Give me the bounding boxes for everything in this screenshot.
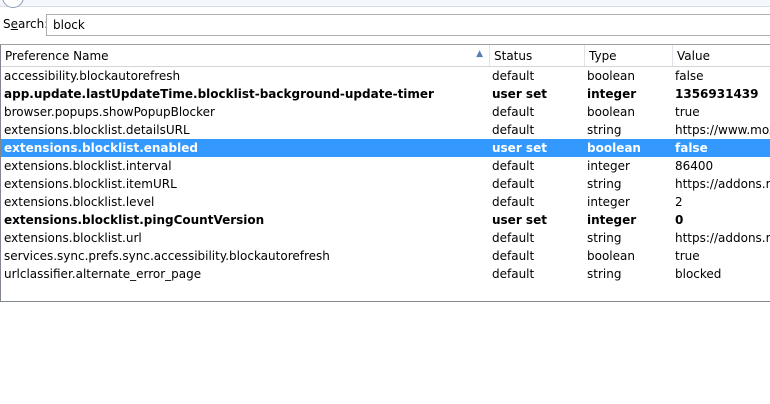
value-cell: https://www.mozi: [675, 123, 770, 137]
type-cell: integer: [587, 195, 630, 209]
value-cell: 1356931439: [675, 87, 759, 101]
type-cell: string: [587, 231, 622, 245]
status-cell: default: [492, 123, 535, 137]
status-cell: default: [492, 159, 535, 173]
type-cell: integer: [587, 87, 637, 101]
preference-name-cell: extensions.blocklist.detailsURL: [4, 123, 190, 137]
preference-name-cell: extensions.blocklist.itemURL: [4, 177, 177, 191]
table-row[interactable]: extensions.blocklist.enabled user set bo…: [1, 139, 770, 157]
preference-name-cell: extensions.blocklist.pingCountVersion: [4, 213, 265, 227]
preferences-tree[interactable]: Preference Name ▲ Status Type Value acce…: [0, 44, 770, 302]
column-header-status-label: Status: [494, 49, 533, 63]
sort-ascending-icon: ▲: [476, 49, 483, 59]
table-row[interactable]: extensions.blocklist.level default integ…: [1, 193, 770, 211]
preference-name-cell: app.update.lastUpdateTime.blocklist-back…: [4, 87, 434, 101]
table-row[interactable]: services.sync.prefs.sync.accessibility.b…: [1, 247, 770, 265]
value-cell: false: [675, 69, 704, 83]
preference-name-cell: accessibility.blockautorefresh: [4, 69, 181, 83]
value-cell: https://addons.m: [675, 177, 770, 191]
type-cell: integer: [587, 159, 630, 173]
status-cell: default: [492, 267, 535, 281]
value-cell: 2: [675, 195, 683, 209]
type-cell: integer: [587, 213, 637, 227]
value-cell: https://addons.m: [675, 231, 770, 245]
value-cell: true: [675, 249, 700, 263]
status-cell: user set: [492, 141, 547, 155]
value-cell: true: [675, 105, 700, 119]
status-cell: user set: [492, 213, 547, 227]
status-cell: default: [492, 69, 535, 83]
type-cell: boolean: [587, 141, 641, 155]
column-header-row: Preference Name ▲ Status Type Value: [1, 45, 770, 67]
search-label: Search:: [3, 17, 48, 31]
table-row[interactable]: extensions.blocklist.detailsURL default …: [1, 121, 770, 139]
preference-name-cell: urlclassifier.alternate_error_page: [4, 267, 202, 281]
search-bar: Search:: [0, 7, 770, 43]
preference-name-cell: extensions.blocklist.url: [4, 231, 142, 245]
value-cell: 86400: [675, 159, 714, 173]
type-cell: string: [587, 177, 622, 191]
table-row[interactable]: extensions.blocklist.pingCountVersion us…: [1, 211, 770, 229]
status-cell: default: [492, 195, 535, 209]
column-header-preference-name[interactable]: Preference Name ▲: [1, 45, 490, 66]
search-label-suffix: arch:: [18, 17, 49, 31]
table-row[interactable]: browser.popups.showPopupBlocker default …: [1, 103, 770, 121]
column-header-value-label: Value: [677, 49, 710, 63]
preference-name-cell: browser.popups.showPopupBlocker: [4, 105, 215, 119]
status-cell: default: [492, 249, 535, 263]
table-row[interactable]: extensions.blocklist.interval default in…: [1, 157, 770, 175]
status-cell: user set: [492, 87, 547, 101]
table-row[interactable]: extensions.blocklist.url default string …: [1, 229, 770, 247]
search-input[interactable]: [46, 14, 770, 36]
table-row[interactable]: urlclassifier.alternate_error_page defau…: [1, 265, 770, 283]
column-header-value[interactable]: Value: [673, 45, 770, 66]
table-row[interactable]: app.update.lastUpdateTime.blocklist-back…: [1, 85, 770, 103]
window-top-strip: [0, 0, 770, 8]
preference-name-cell: extensions.blocklist.enabled: [4, 141, 198, 155]
column-header-preference-name-label: Preference Name: [5, 49, 109, 63]
value-cell: false: [675, 141, 708, 155]
type-cell: boolean: [587, 105, 635, 119]
value-cell: 0: [675, 213, 684, 227]
preference-name-cell: extensions.blocklist.interval: [4, 159, 172, 173]
preference-name-cell: extensions.blocklist.level: [4, 195, 155, 209]
preference-name-cell: services.sync.prefs.sync.accessibility.b…: [4, 249, 330, 263]
column-header-status[interactable]: Status: [490, 45, 585, 66]
type-cell: boolean: [587, 69, 635, 83]
status-cell: default: [492, 231, 535, 245]
search-label-accel: e: [10, 17, 19, 31]
type-cell: string: [587, 123, 622, 137]
status-cell: default: [492, 177, 535, 191]
table-row[interactable]: accessibility.blockautorefresh default b…: [1, 67, 770, 85]
type-cell: boolean: [587, 249, 635, 263]
search-label-prefix: S: [3, 17, 11, 31]
table-row[interactable]: extensions.blocklist.itemURL default str…: [1, 175, 770, 193]
type-cell: string: [587, 267, 622, 281]
status-cell: default: [492, 105, 535, 119]
column-header-type[interactable]: Type: [585, 45, 673, 66]
value-cell: blocked: [675, 267, 722, 281]
column-header-type-label: Type: [589, 49, 617, 63]
